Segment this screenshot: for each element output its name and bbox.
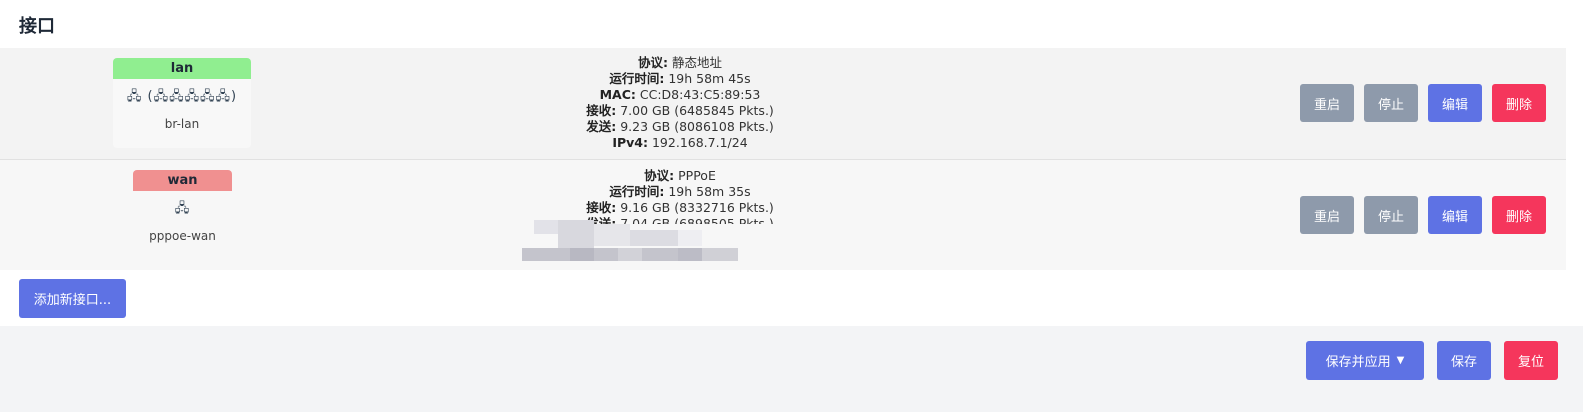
interface-row-wan: wan 🖧 pppoe-wan 协议: PPPoE 运行时间: 19h 58m …: [0, 160, 1566, 270]
edit-button[interactable]: 编辑: [1428, 196, 1482, 234]
page-title: 接口: [19, 16, 55, 37]
delete-button[interactable]: 删除: [1492, 84, 1546, 122]
caret-down-icon: ▼: [1396, 355, 1405, 366]
interface-badge-card: lan 🖧 (🖧🖧🖧🖧🖧) br-lan: [113, 58, 251, 148]
network-device-icon: 🖧: [174, 201, 191, 216]
interface-name-badge: wan: [133, 170, 232, 191]
save-apply-button[interactable]: 保存并应用 ▼: [1306, 341, 1424, 380]
reset-button[interactable]: 复位: [1504, 341, 1558, 380]
footer-actions: 保存并应用 ▼ 保存 复位: [1306, 341, 1558, 380]
uptime-value: 19h 58m 35s: [668, 184, 751, 199]
edit-button[interactable]: 编辑: [1428, 84, 1482, 122]
interface-status-info: 协议: 静态地址 运行时间: 19h 58m 45s MAC: CC:D8:43…: [586, 55, 774, 150]
row-actions: 重启 停止 编辑 删除: [1300, 196, 1546, 234]
protocol-value: 静态地址: [671, 55, 722, 70]
protocol-value: PPPoE: [678, 168, 716, 183]
rx-value: 9.16 GB (8332716 Pkts.): [620, 200, 774, 215]
interface-device-name: br-lan: [164, 117, 200, 131]
tx-value: 9.23 GB (8086108 Pkts.): [620, 119, 774, 134]
save-button[interactable]: 保存: [1437, 341, 1491, 380]
restart-button[interactable]: 重启: [1300, 196, 1354, 234]
uptime-value: 19h 58m 45s: [668, 71, 751, 86]
stop-button[interactable]: 停止: [1364, 196, 1418, 234]
stop-button[interactable]: 停止: [1364, 84, 1418, 122]
restart-button[interactable]: 重启: [1300, 84, 1354, 122]
interface-status-info: 协议: PPPoE 运行时间: 19h 58m 35s 接收: 9.16 GB …: [480, 168, 880, 224]
interface-badge-card: wan 🖧 pppoe-wan: [133, 170, 232, 258]
rx-value: 7.00 GB (6485845 Pkts.): [620, 103, 774, 118]
interface-name-badge: lan: [113, 58, 251, 79]
ipv4-value: 192.168.7.1/24: [651, 135, 748, 150]
delete-button[interactable]: 删除: [1492, 196, 1546, 234]
interface-device-name: pppoe-wan: [149, 229, 216, 243]
add-interface-button[interactable]: 添加新接口...: [19, 279, 126, 318]
redacted-area: [522, 220, 738, 261]
row-actions: 重启 停止 编辑 删除: [1300, 84, 1546, 122]
interfaces-panel: 接口 lan 🖧 (🖧🖧🖧🖧🖧) br-lan 协议: 静态地址 运行时间: 1…: [0, 0, 1583, 326]
save-apply-label: 保存并应用: [1325, 355, 1391, 370]
mac-value: CC:D8:43:C5:89:53: [639, 87, 761, 102]
ethernet-port-icon: 🖧 (🖧🖧🖧🖧🖧): [126, 89, 238, 104]
interface-row-lan: lan 🖧 (🖧🖧🖧🖧🖧) br-lan 协议: 静态地址 运行时间: 19h …: [0, 48, 1566, 160]
